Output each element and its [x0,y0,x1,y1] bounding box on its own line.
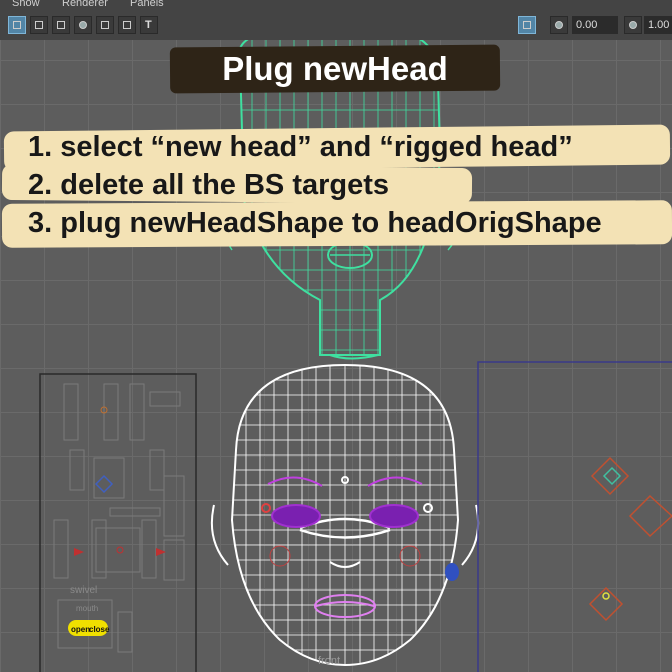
gate-mask-icon[interactable] [74,16,92,34]
face-control-panel[interactable]: swivel mouth open close [39,373,197,672]
isolate-select-icon[interactable] [518,16,536,34]
step-2-text: 2. delete all the BS targets [28,169,390,201]
menu-panels[interactable]: Panels [130,0,164,9]
step-3-text: 3. plug newHeadShape to headOrigShape [28,207,602,239]
instruction-note: 1. select “new head” and “rigged head” 2… [0,122,672,262]
title-text: Plug newHead [222,50,448,87]
resolution-gate-icon[interactable] [52,16,70,34]
ik-controls[interactable] [477,361,672,672]
rigged-head-mesh[interactable] [210,360,480,670]
exposure-field[interactable]: 0.00 [572,16,618,34]
gamma-icon[interactable] [624,16,642,34]
3d-viewport[interactable]: swivel mouth open close front Plug newHe… [0,40,672,672]
film-gate-icon[interactable] [30,16,48,34]
close-label: close [89,625,110,634]
exposure-icon[interactable] [550,16,568,34]
swivel-label: swivel [70,585,97,596]
safe-action-icon[interactable] [118,16,136,34]
viewport-menubar: Show Renderer Panels [0,0,672,12]
viewport-toolbar: 0.00 1.00 [0,12,672,41]
step-1-text: 1. select “new head” and “rigged head” [28,131,573,163]
menu-show[interactable]: Show [12,0,40,9]
gamma-field[interactable]: 1.00 [644,16,672,34]
mouth-label: mouth [76,604,98,613]
field-chart-icon[interactable] [96,16,114,34]
open-label: open [71,625,90,634]
grid-toggle-icon[interactable] [8,16,26,34]
camera-label: front [318,655,340,667]
safe-title-icon[interactable] [140,16,158,34]
menu-renderer[interactable]: Renderer [62,0,108,9]
